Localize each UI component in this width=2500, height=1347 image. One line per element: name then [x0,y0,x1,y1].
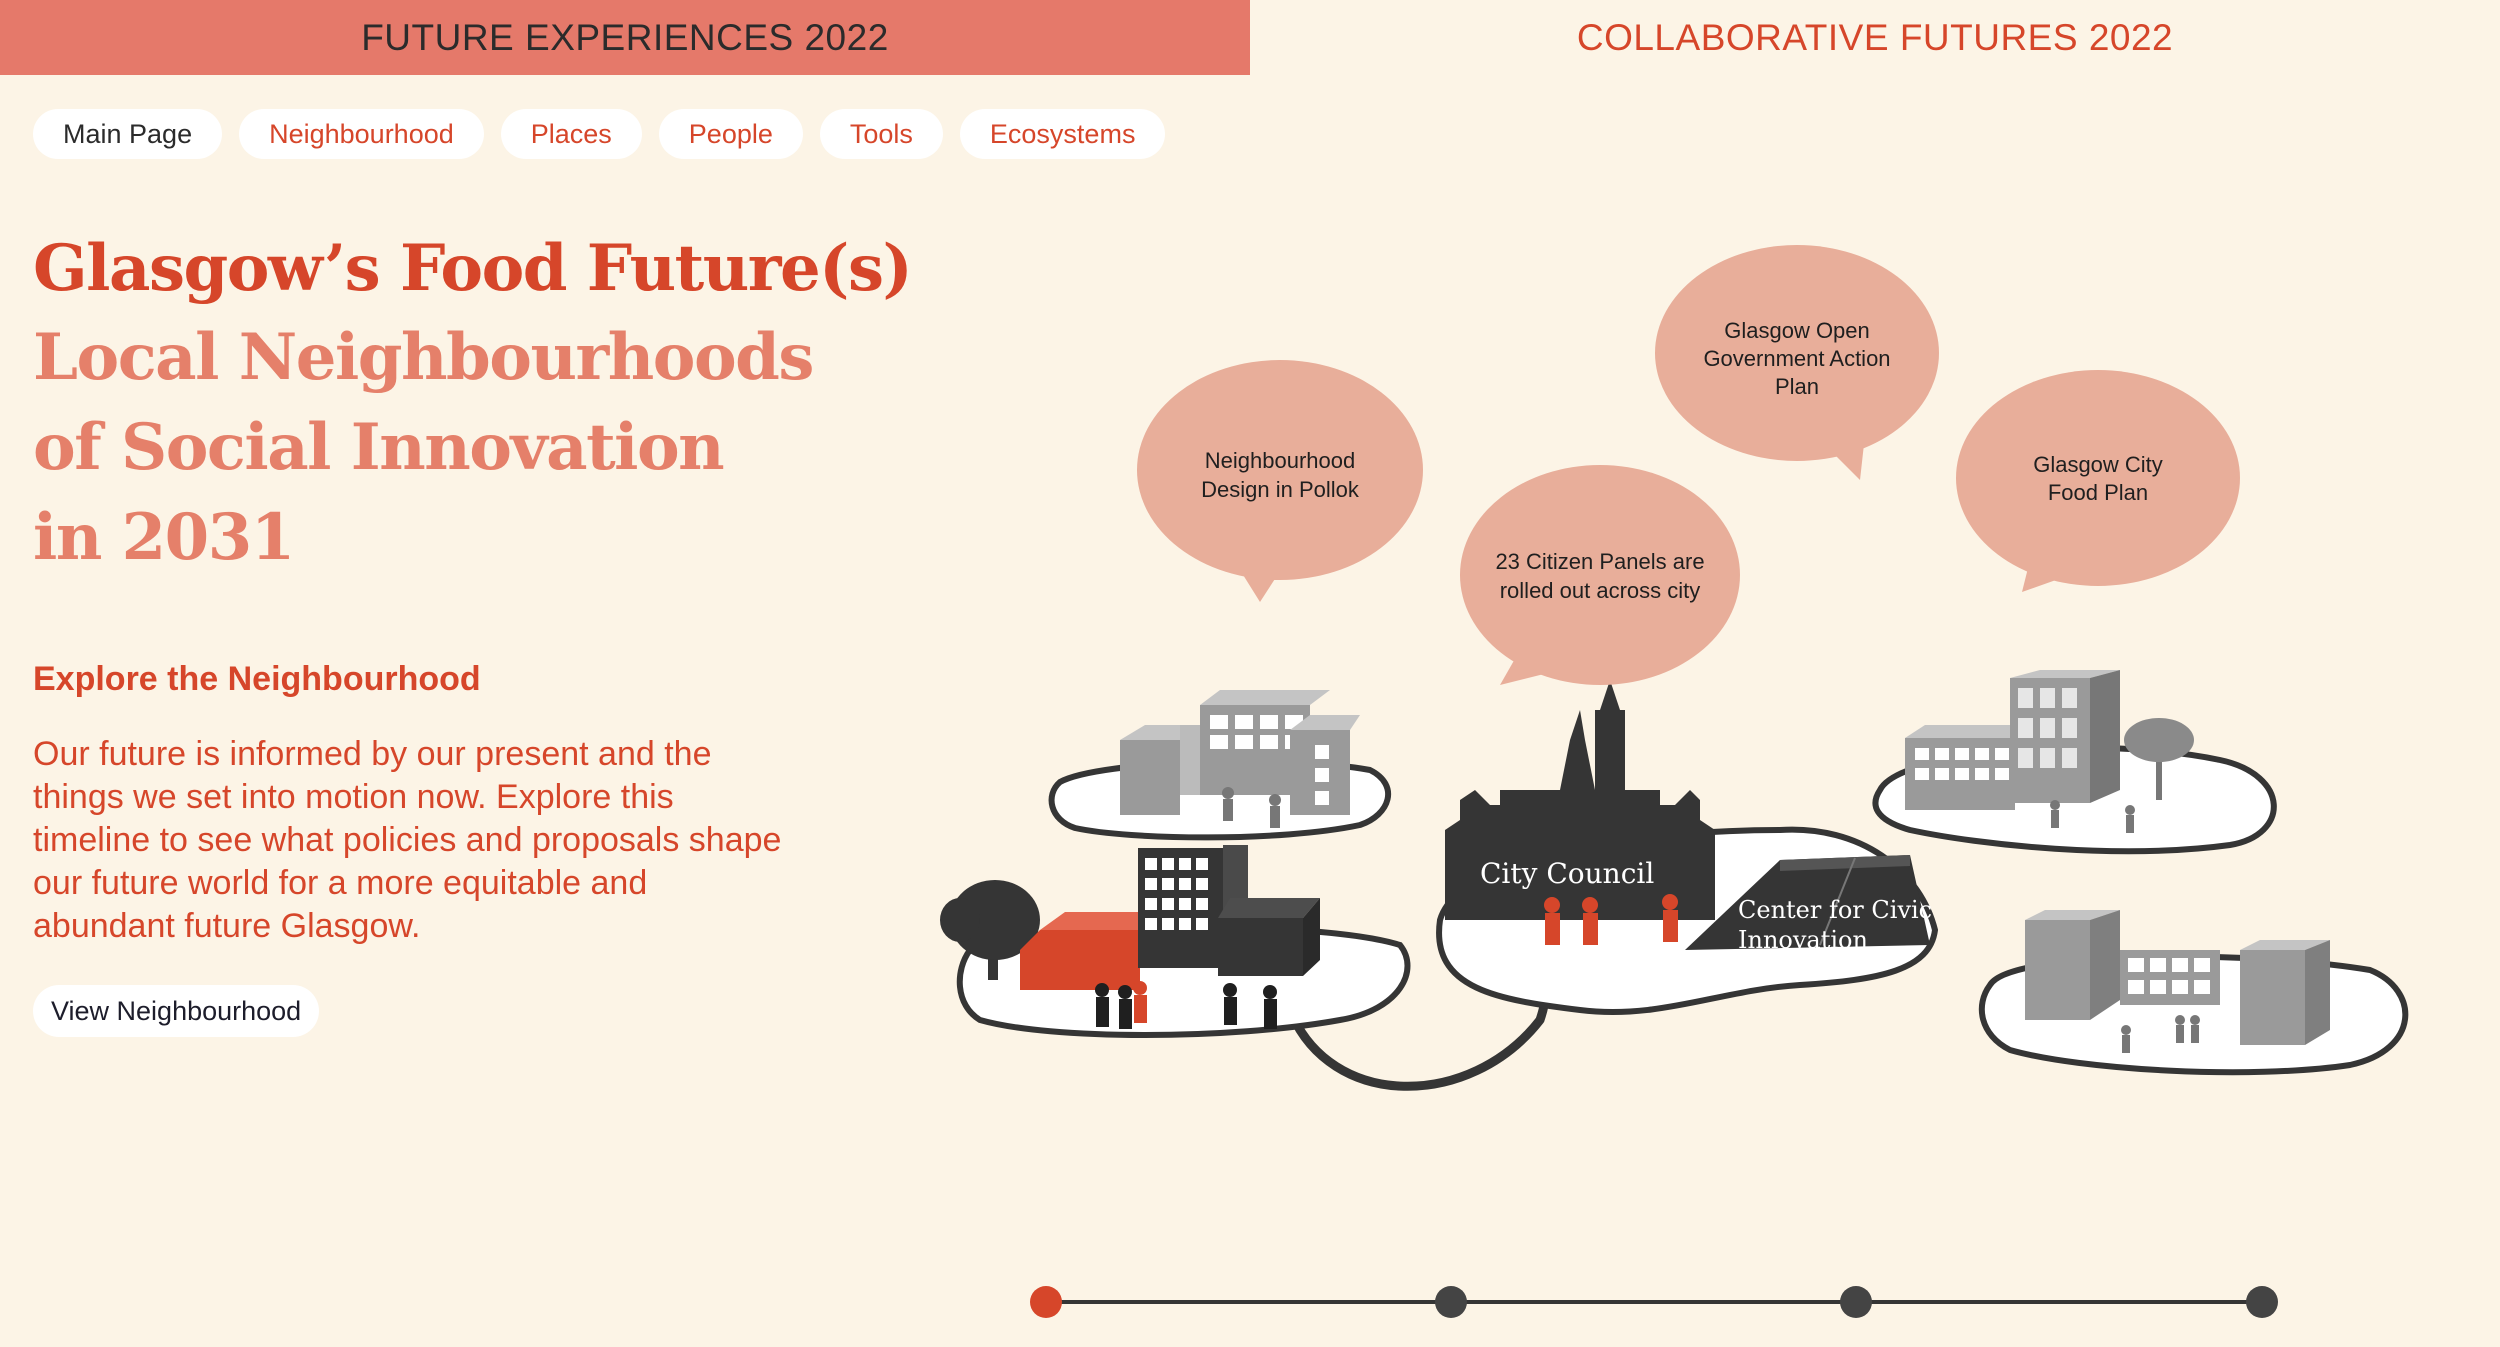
city-council-label: City Council [1480,857,1654,890]
island-city-council[interactable]: City Council Center for Civic Innovation [1436,680,1939,1016]
bubble-text: Plan [1775,374,1819,399]
tab-future-experiences-label: FUTURE EXPERIENCES 2022 [361,16,889,58]
timeline-point-3[interactable] [1840,1286,1872,1318]
nav-tools[interactable]: Tools [819,109,943,159]
timeline-point-2[interactable] [1435,1286,1467,1318]
page-subtitle: Local Neighbourhoods of Social Innovatio… [33,320,814,575]
island-top-left[interactable] [1048,690,1392,841]
bubble-food-plan[interactable]: Glasgow City Food Plan [1956,370,2240,592]
nav-neighbourhood[interactable]: Neighbourhood [239,109,484,159]
island-top-right[interactable] [1872,670,2277,855]
bubble-text: Neighbourhood [1205,448,1355,473]
island-bottom-left[interactable] [940,845,1411,1038]
civic-innovation-label-2: Innovation [1738,926,1868,954]
bubble-text: Glasgow Open [1724,318,1870,343]
view-neighbourhood-button[interactable]: View Neighbourhood [33,985,320,1037]
nav-main-page[interactable]: Main Page [33,109,223,159]
section-heading: Explore the Neighbourhood [33,660,481,698]
civic-innovation-label-1: Center for Civic [1738,896,1932,924]
bubble-text: 23 Citizen Panels are [1495,549,1704,574]
bubble-text: rolled out across city [1500,578,1701,603]
nav-ecosystems[interactable]: Ecosystems [959,109,1166,159]
tab-future-experiences[interactable]: FUTURE EXPERIENCES 2022 [0,0,1250,75]
main-nav: Main Page Neighbourhood Places People To… [33,109,1166,159]
bubble-citizen-panels[interactable]: 23 Citizen Panels are rolled out across … [1460,465,1740,685]
tab-collaborative-futures[interactable]: COLLABORATIVE FUTURES 2022 [1250,0,2500,75]
bubble-text: Glasgow City [2033,452,2163,477]
bubble-text: Food Plan [2048,480,2148,505]
nav-places[interactable]: Places [500,109,642,159]
intro-paragraph: Our future is informed by our present an… [33,735,782,945]
bubble-open-government[interactable]: Glasgow Open Government Action Plan [1655,245,1939,480]
island-bottom-right[interactable] [1978,910,2409,1076]
bubble-text: Design in Pollok [1201,477,1360,502]
timeline-point-1[interactable] [1030,1286,1062,1318]
page-title: Glasgow’s Food Future(s) [33,231,913,306]
neighbourhood-illustration: City Council Center for Civic Innovation [940,245,2409,1091]
bubble-neighbourhood-design[interactable]: Neighbourhood Design in Pollok [1137,360,1423,602]
nav-people[interactable]: People [658,109,803,159]
timeline-point-4[interactable] [2246,1286,2278,1318]
tab-collaborative-futures-label: COLLABORATIVE FUTURES 2022 [1576,16,2174,58]
timeline [1030,1286,2278,1318]
bubble-text: Government Action [1703,346,1890,371]
